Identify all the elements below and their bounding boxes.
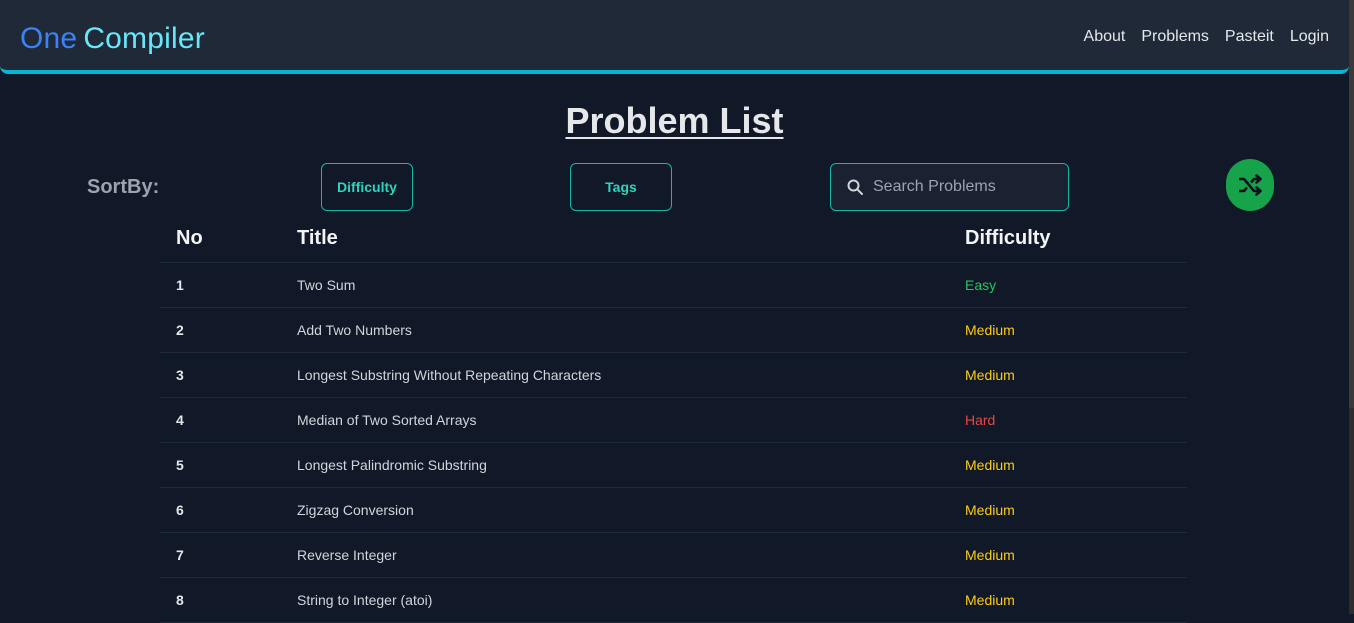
logo-part-compiler: Compiler (83, 22, 205, 55)
nav-link-login[interactable]: Login (1290, 28, 1329, 46)
problem-number: 5 (160, 442, 281, 488)
problem-title[interactable]: Two Sum (281, 262, 949, 308)
problems-table: No Title Difficulty 1 Two Sum Easy 2 Add Two… (160, 214, 1187, 623)
column-header-difficulty[interactable]: Difficulty (949, 214, 1187, 263)
nav-link-about[interactable]: About (1084, 28, 1126, 46)
problem-difficulty: Medium (949, 487, 1187, 533)
search-icon (847, 179, 863, 195)
logo[interactable]: One Compiler (20, 21, 205, 57)
problem-difficulty: Medium (949, 577, 1187, 623)
table-row[interactable]: 8 String to Integer (atoi) Medium (160, 577, 1187, 623)
problem-title[interactable]: Longest Palindromic Substring (281, 442, 949, 488)
problem-number: 3 (160, 352, 281, 398)
table-row[interactable]: 5 Longest Palindromic Substring Medium (160, 442, 1187, 488)
nav-link-problems[interactable]: Problems (1141, 28, 1209, 46)
problem-number: 1 (160, 262, 281, 308)
table-row[interactable]: 1 Two Sum Easy (160, 262, 1187, 308)
navbar: One Compiler About Problems Pasteit Login (0, 0, 1349, 74)
column-header-no[interactable]: No (160, 214, 281, 263)
search-box[interactable] (830, 163, 1069, 211)
table-row[interactable]: 7 Reverse Integer Medium (160, 532, 1187, 578)
difficulty-filter-button[interactable]: Difficulty (321, 163, 413, 211)
problem-number: 8 (160, 577, 281, 623)
problem-difficulty: Medium (949, 307, 1187, 353)
page-title: Problem List (565, 100, 784, 141)
table-header-row: No Title Difficulty (160, 214, 1187, 263)
nav-links: About Problems Pasteit Login (1084, 28, 1329, 46)
problem-difficulty: Medium (949, 352, 1187, 398)
column-header-title[interactable]: Title (281, 214, 949, 263)
search-input[interactable] (871, 177, 1065, 197)
tags-filter-button[interactable]: Tags (570, 163, 672, 211)
problem-number: 7 (160, 532, 281, 578)
shuffle-button[interactable] (1226, 159, 1274, 211)
problem-title[interactable]: Zigzag Conversion (281, 487, 949, 533)
problem-difficulty: Easy (949, 262, 1187, 308)
problem-title[interactable]: Add Two Numbers (281, 307, 949, 353)
problem-number: 4 (160, 397, 281, 443)
shuffle-icon (1239, 174, 1262, 196)
table-row[interactable]: 6 Zigzag Conversion Medium (160, 487, 1187, 533)
logo-part-one: One (20, 22, 78, 55)
scrollbar-thumb[interactable] (1349, 0, 1354, 408)
problem-difficulty: Medium (949, 442, 1187, 488)
problem-difficulty: Medium (949, 532, 1187, 578)
problem-number: 2 (160, 307, 281, 353)
scrollbar[interactable] (1349, 0, 1354, 614)
problem-title[interactable]: Median of Two Sorted Arrays (281, 397, 949, 443)
problem-title[interactable]: Longest Substring Without Repeating Char… (281, 352, 949, 398)
table-row[interactable]: 2 Add Two Numbers Medium (160, 307, 1187, 353)
table-row[interactable]: 4 Median of Two Sorted Arrays Hard (160, 397, 1187, 443)
table-row[interactable]: 3 Longest Substring Without Repeating Cha… (160, 352, 1187, 398)
nav-link-pasteit[interactable]: Pasteit (1225, 28, 1274, 46)
problem-title[interactable]: Reverse Integer (281, 532, 949, 578)
problem-number: 6 (160, 487, 281, 533)
sort-by-label: SortBy: (87, 176, 160, 198)
problem-difficulty: Hard (949, 397, 1187, 443)
problem-title[interactable]: String to Integer (atoi) (281, 577, 949, 623)
